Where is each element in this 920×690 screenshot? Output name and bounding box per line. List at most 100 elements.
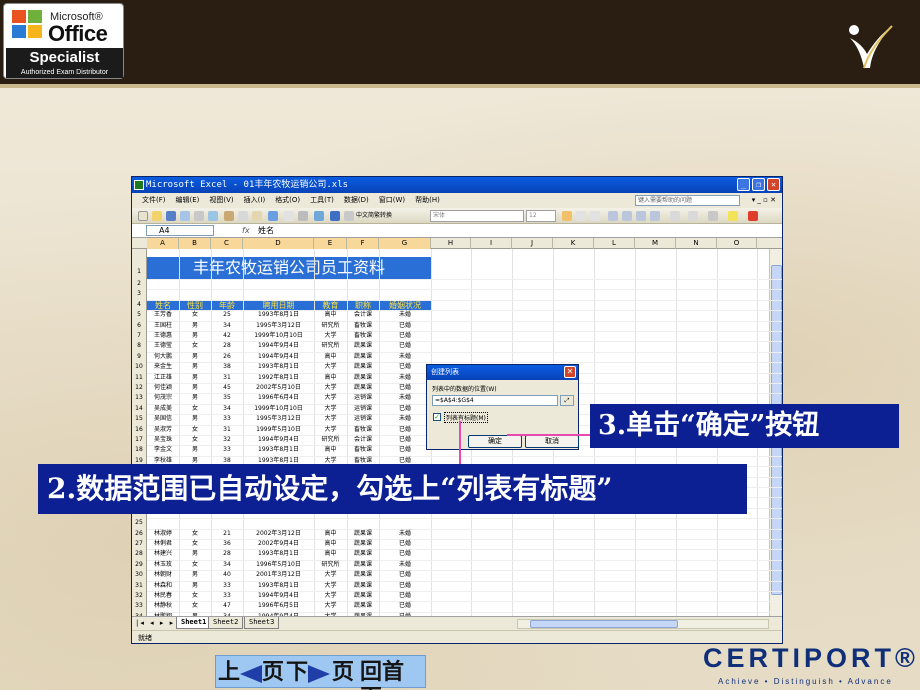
table-cell[interactable]: 男 xyxy=(179,549,211,559)
table-cell[interactable]: 蔬果课 xyxy=(347,383,379,393)
table-cell[interactable]: 女 xyxy=(179,435,211,445)
table-cell[interactable]: 大学 xyxy=(314,331,347,341)
menu-tools[interactable]: 工具(T) xyxy=(310,193,334,208)
indent-icon[interactable] xyxy=(688,211,698,221)
table-cell[interactable]: 男 xyxy=(179,362,211,372)
column-header[interactable]: M xyxy=(635,238,676,249)
table-cell[interactable]: 1995年3月12日 xyxy=(243,321,314,331)
table-cell[interactable]: 男 xyxy=(179,445,211,455)
menu-view[interactable]: 视图(V) xyxy=(209,193,233,208)
table-cell[interactable]: 林民春 xyxy=(147,591,179,601)
table-cell[interactable]: 33 xyxy=(211,581,243,591)
table-cell[interactable]: 吴宝珠 xyxy=(147,435,179,445)
row-header[interactable]: 14 xyxy=(132,403,147,415)
save-icon[interactable] xyxy=(166,211,176,221)
table-cell[interactable]: 已婚 xyxy=(379,331,431,341)
table-cell[interactable]: 王国柱 xyxy=(147,321,179,331)
table-cell[interactable]: 32 xyxy=(211,435,243,445)
table-cell[interactable]: 已婚 xyxy=(379,570,431,580)
table-cell[interactable]: 2001年3月12日 xyxy=(243,570,314,580)
table-cell[interactable]: 已婚 xyxy=(379,435,431,445)
table-cell[interactable]: 已婚 xyxy=(379,383,431,393)
table-cell[interactable]: 34 xyxy=(211,560,243,570)
column-header[interactable]: L xyxy=(594,238,635,249)
row-header[interactable]: 3 xyxy=(132,289,147,300)
table-cell[interactable]: 男 xyxy=(179,373,211,383)
table-cell[interactable]: 26 xyxy=(211,352,243,362)
column-header[interactable]: B xyxy=(179,238,211,249)
borders-icon[interactable] xyxy=(708,211,718,221)
italic-icon[interactable] xyxy=(576,211,586,221)
table-cell[interactable]: 大学 xyxy=(314,601,347,611)
has-headers-checkbox[interactable]: ✓ xyxy=(433,413,441,421)
table-cell[interactable]: 蔬果课 xyxy=(347,373,379,383)
nav-prev-text[interactable]: 上 xyxy=(218,659,240,685)
table-cell[interactable]: 38 xyxy=(211,362,243,372)
table-cell[interactable]: 1993年8月1日 xyxy=(243,445,314,455)
column-header[interactable]: O xyxy=(717,238,757,249)
table-cell[interactable]: 已婚 xyxy=(379,581,431,591)
table-cell[interactable]: 33 xyxy=(211,445,243,455)
table-cell[interactable]: 林森和 xyxy=(147,581,179,591)
new-icon[interactable] xyxy=(138,211,148,221)
table-cell[interactable]: 已婚 xyxy=(379,445,431,455)
bold-icon[interactable] xyxy=(562,211,572,221)
prev-arrow-icon[interactable] xyxy=(240,665,262,683)
table-cell[interactable]: 高中 xyxy=(314,549,347,559)
table-cell[interactable]: 大学 xyxy=(314,383,347,393)
paste-icon[interactable] xyxy=(252,211,262,221)
tab-sheet1[interactable]: Sheet1 xyxy=(176,617,212,629)
table-cell[interactable]: 蔬果课 xyxy=(347,591,379,601)
table-cell[interactable]: 大学 xyxy=(314,581,347,591)
table-cell[interactable]: 女 xyxy=(179,560,211,570)
table-cell[interactable]: 2002年9月4日 xyxy=(243,539,314,549)
row-header[interactable]: 15 xyxy=(132,414,147,425)
table-cell[interactable]: 已婚 xyxy=(379,404,431,414)
cut-icon[interactable] xyxy=(238,211,248,221)
table-cell[interactable]: 47 xyxy=(211,601,243,611)
table-cell[interactable]: 蔬果课 xyxy=(347,549,379,559)
row-header[interactable]: 7 xyxy=(132,331,147,342)
row-header[interactable]: 5 xyxy=(132,310,147,321)
table-cell[interactable]: 未婚 xyxy=(379,529,431,539)
column-header[interactable]: I xyxy=(471,238,512,249)
next-arrow-icon[interactable] xyxy=(308,665,330,683)
table-cell[interactable]: 已婚 xyxy=(379,539,431,549)
column-header[interactable]: K xyxy=(553,238,594,249)
table-cell[interactable]: 李金文 xyxy=(147,445,179,455)
row-header[interactable]: 29 xyxy=(132,559,147,571)
table-cell[interactable]: 蔬果课 xyxy=(347,570,379,580)
table-cell[interactable]: 1996年6月4日 xyxy=(243,393,314,403)
table-cell[interactable]: 31 xyxy=(211,373,243,383)
tab-sheet3[interactable]: Sheet3 xyxy=(244,617,280,629)
table-cell[interactable]: 蔬果课 xyxy=(347,539,379,549)
table-cell[interactable]: 吴国信 xyxy=(147,414,179,424)
help-icon[interactable] xyxy=(330,211,340,221)
table-cell[interactable]: 2002年5月10日 xyxy=(243,383,314,393)
menu-help[interactable]: 帮助(H) xyxy=(415,193,440,208)
convert-label[interactable]: 中文简繁转换 xyxy=(356,211,392,221)
font-color-icon[interactable] xyxy=(748,211,758,221)
table-cell[interactable]: 蔬果课 xyxy=(347,352,379,362)
row-header[interactable]: 33 xyxy=(132,601,147,612)
row-header[interactable]: 27 xyxy=(132,539,147,550)
table-cell[interactable]: 大学 xyxy=(314,362,347,372)
table-cell[interactable]: 女 xyxy=(179,539,211,549)
table-cell[interactable]: 大学 xyxy=(314,425,347,435)
nav-home[interactable]: 回首页 xyxy=(360,659,425,690)
table-cell[interactable]: 33 xyxy=(211,414,243,424)
formula-content[interactable]: 姓名 xyxy=(258,224,274,237)
menu-file[interactable]: 文件(F) xyxy=(142,193,166,208)
table-cell[interactable]: 男 xyxy=(179,570,211,580)
table-cell[interactable]: 男 xyxy=(179,581,211,591)
cancel-button[interactable]: 取消 xyxy=(525,435,579,448)
table-cell[interactable]: 1993年8月1日 xyxy=(243,549,314,559)
table-cell[interactable]: 会计课 xyxy=(347,435,379,445)
column-header[interactable]: J xyxy=(512,238,553,249)
table-cell[interactable]: 林俐君 xyxy=(147,539,179,549)
ok-button[interactable]: 确定 xyxy=(468,435,522,448)
table-cell[interactable]: 1994年9月4日 xyxy=(243,341,314,351)
table-cell[interactable]: 34 xyxy=(211,321,243,331)
table-cell[interactable]: 高中 xyxy=(314,310,347,320)
row-header[interactable]: 9 xyxy=(132,351,147,363)
